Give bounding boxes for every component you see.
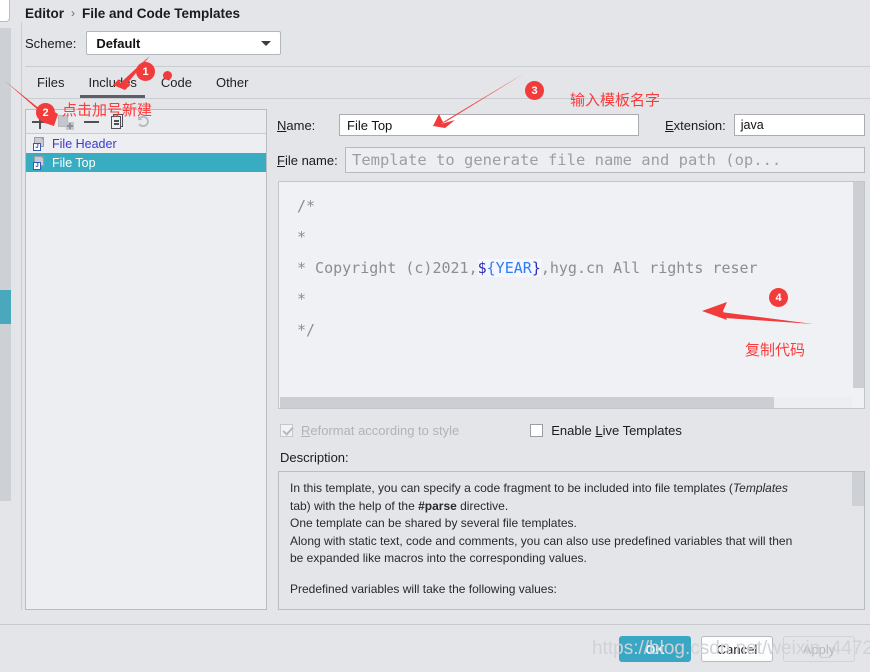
file-name-placeholder: Template to generate file name and path … [352, 151, 782, 169]
chevron-down-icon [261, 40, 272, 46]
code-text-prefix: * Copyright (c)2021, [297, 259, 478, 277]
description-p2c: directive. [456, 498, 509, 513]
template-category-tabs: Files Includes Code Other [25, 72, 261, 98]
description-label: Description: [280, 450, 349, 465]
file-name-input[interactable]: Template to generate file name and path … [345, 147, 865, 173]
left-gutter [11, 22, 21, 610]
description-p1: In this template, you can specify a code… [290, 481, 733, 495]
code-line: */ [297, 321, 316, 339]
description-p2a: tab) with the help of the [290, 498, 419, 513]
code-line: /* [297, 197, 316, 215]
code-editor-vertical-scrollbar-thumb[interactable] [853, 182, 864, 388]
template-code-editor[interactable]: /* * * Copyright (c)2021,${YEAR},hyg.cn … [278, 181, 865, 409]
enable-live-templates-checkbox[interactable] [530, 423, 544, 437]
tab-files[interactable]: Files [25, 72, 76, 96]
name-row: Name: File Top Extension: java [277, 114, 865, 136]
breadcrumb-root[interactable]: Editor [25, 6, 64, 21]
name-input[interactable]: File Top [339, 114, 639, 136]
plus-icon[interactable] [31, 113, 48, 130]
options-row: Reformat according to style Enable Live … [280, 420, 868, 440]
template-code-text: /* * * Copyright (c)2021,${YEAR},hyg.cn … [297, 191, 864, 346]
description-paragraph: Along with static text, code and comment… [290, 533, 793, 548]
description-paragraph: Predefined variables will take the follo… [290, 581, 557, 596]
scheme-selected-value: Default [96, 35, 141, 51]
code-line: * Copyright (c)2021,${YEAR},hyg.cn All r… [297, 253, 864, 284]
java-file-icon: J [33, 155, 46, 170]
reset-arrow-icon[interactable] [135, 113, 152, 130]
extension-input-value: java [740, 118, 764, 132]
tab-other[interactable]: Other [204, 72, 261, 96]
description-scrollbar-thumb[interactable] [852, 472, 864, 506]
scheme-row: Scheme: Default [25, 31, 282, 55]
reformat-checkbox[interactable] [280, 423, 293, 437]
settings-scrollbar-track[interactable] [0, 28, 11, 501]
extension-label: Extension: [665, 117, 726, 133]
java-file-icon: J [33, 136, 46, 151]
code-text-suffix: ,hyg.cn All rights reser [540, 259, 758, 277]
file-and-code-templates-dialog: Editor › File and Code Templates Scheme:… [0, 0, 870, 672]
list-item-label: File Top [52, 155, 96, 170]
list-item-label: File Header [52, 136, 117, 151]
name-label: Name: [277, 117, 316, 133]
tab-code[interactable]: Code [149, 72, 204, 96]
file-name-row: File name: Template to generate file nam… [277, 147, 865, 173]
description-parse-directive: #parse [418, 498, 457, 513]
description-paragraph: One template can be shared by several fi… [290, 516, 577, 530]
template-list: J File Header J File Top [26, 134, 266, 172]
description-paragraph: In this template, you can specify a code… [290, 480, 851, 498]
description-panel: In this template, you can specify a code… [278, 471, 865, 610]
enable-live-templates-label: Enable Live Templates [551, 422, 682, 438]
scheme-divider [25, 66, 870, 67]
code-editor-vertical-scrollbar[interactable] [853, 182, 864, 388]
copy-template-icon[interactable] [57, 113, 74, 130]
code-editor-horizontal-scrollbar[interactable] [280, 397, 852, 408]
settings-scrollbar-thumb[interactable] [0, 290, 11, 324]
code-editor-horizontal-scrollbar-thumb[interactable] [280, 397, 774, 408]
left-gutter-divider [21, 22, 22, 610]
list-item[interactable]: J File Header [26, 134, 266, 153]
description-paragraph: tab) with the help of the #parse directi… [290, 498, 851, 516]
breadcrumb: Editor › File and Code Templates [25, 3, 240, 23]
annotation-note-3: 输入模板名字 [570, 91, 661, 109]
breadcrumb-leaf: File and Code Templates [82, 5, 241, 21]
minus-icon[interactable] [83, 113, 100, 130]
description-paragraph: be expanded like macros into the corresp… [290, 551, 587, 565]
description-text: In this template, you can specify a code… [290, 480, 851, 609]
scheme-dropdown[interactable]: Default [86, 31, 282, 55]
name-input-value: File Top [347, 117, 393, 133]
window-corner-notch [0, 0, 10, 22]
scheme-label: Scheme: [25, 35, 77, 51]
description-scrollbar[interactable] [852, 472, 864, 609]
description-p1-emphasis: Templates [732, 481, 788, 495]
template-editor-pane: Name: File Top Extension: java File name… [277, 109, 865, 610]
code-line: * [297, 290, 307, 308]
code-token-brace: } [531, 259, 541, 277]
tab-strip-divider [25, 98, 870, 99]
file-name-label: File name: [277, 152, 338, 168]
reformat-label: Reformat according to style [301, 422, 460, 438]
template-list-panel: J File Header J File Top [25, 109, 267, 610]
watermark: https://blog.csdn.net/weixin_44728473 [592, 638, 870, 659]
code-token-variable: {YEAR [486, 259, 532, 277]
breadcrumb-separator-icon: › [71, 6, 75, 20]
code-token-dollar: $ [477, 259, 487, 277]
duplicate-icon[interactable] [109, 113, 126, 130]
extension-input[interactable]: java [733, 114, 865, 136]
template-list-toolbar [26, 110, 266, 134]
code-line: * [297, 228, 307, 246]
list-item[interactable]: J File Top [26, 153, 266, 172]
tab-includes[interactable]: Includes [76, 72, 148, 98]
